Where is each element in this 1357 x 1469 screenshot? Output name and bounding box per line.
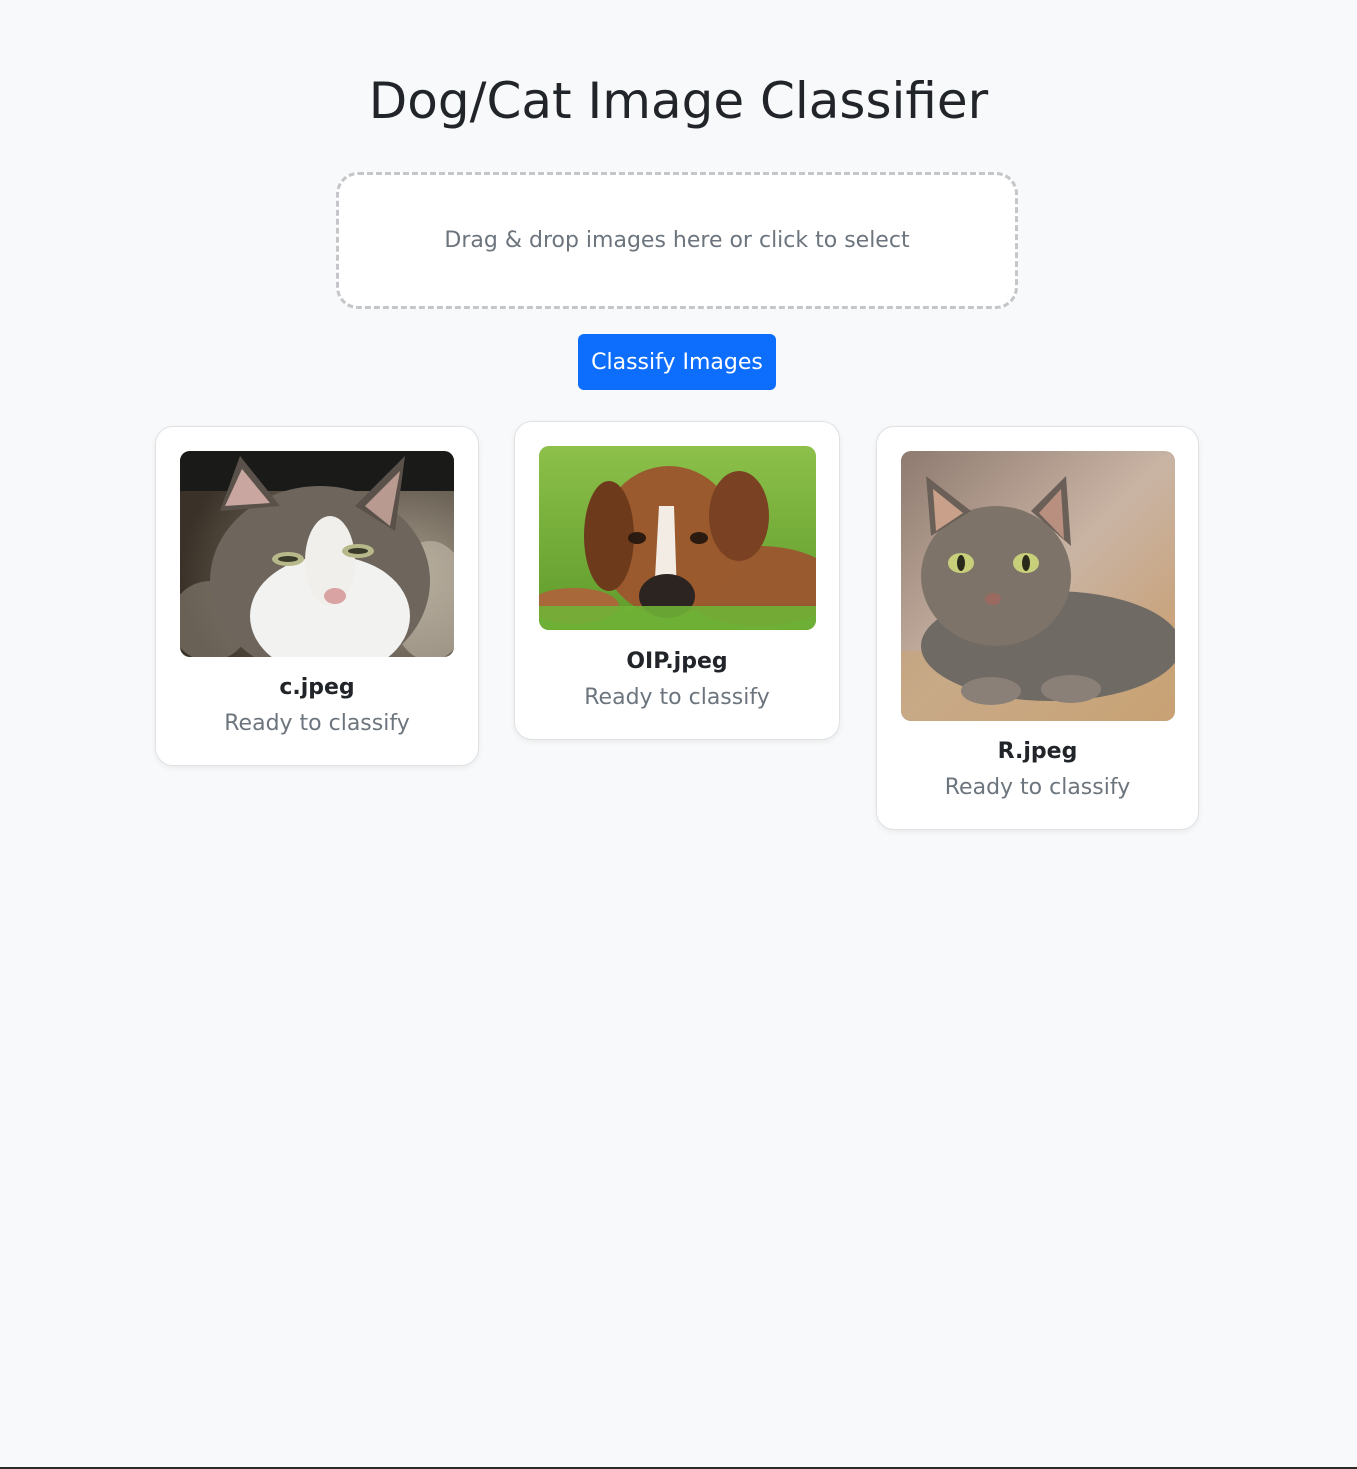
- image-filename: OIP.jpeg: [626, 649, 728, 674]
- cat-photo-icon: [901, 451, 1175, 721]
- drop-zone-label: Drag & drop images here or click to sele…: [444, 228, 910, 253]
- image-drop-zone[interactable]: Drag & drop images here or click to sele…: [336, 172, 1018, 309]
- classify-images-button[interactable]: Classify Images: [578, 334, 776, 390]
- image-card: c.jpeg Ready to classify: [155, 426, 479, 766]
- image-card: OIP.jpeg Ready to classify: [514, 421, 840, 740]
- cat-photo-icon: [180, 451, 454, 657]
- image-card: R.jpeg Ready to classify: [876, 426, 1199, 830]
- image-status: Ready to classify: [224, 711, 410, 736]
- image-preview: [180, 451, 454, 657]
- image-filename: c.jpeg: [279, 675, 355, 700]
- image-filename: R.jpeg: [997, 739, 1078, 764]
- page-title: Dog/Cat Image Classifier: [368, 72, 989, 130]
- dog-photo-icon: [539, 446, 816, 630]
- image-preview: [539, 446, 816, 630]
- image-status: Ready to classify: [944, 775, 1131, 800]
- image-status: Ready to classify: [584, 685, 770, 710]
- image-preview: [901, 451, 1175, 721]
